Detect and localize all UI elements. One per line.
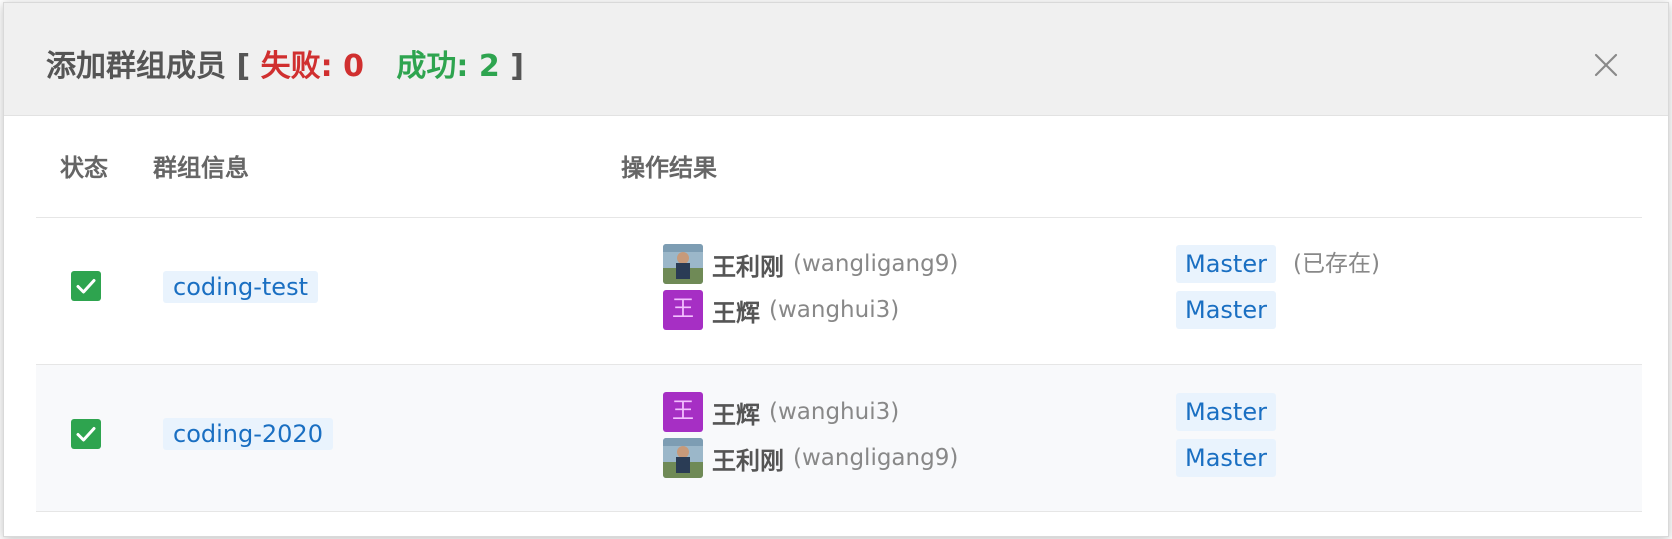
success-count: 成功: 2 (396, 49, 500, 84)
member-name: 王利刚 (712, 252, 784, 281)
member-item: 王 王辉 (wanghui3) (663, 290, 899, 330)
member-username: (wangligang9) (793, 251, 959, 277)
avatar: 王 (663, 392, 703, 432)
close-button[interactable] (1592, 51, 1620, 79)
table-header: 状态 群组信息 操作结果 (36, 116, 1642, 218)
role-badge: Master (1176, 291, 1276, 329)
title-bracket-open: [ (236, 49, 251, 84)
column-result: 操作结果 (621, 154, 717, 182)
role-badge: Master (1176, 245, 1276, 283)
result-table: 状态 群组信息 操作结果 coding-test 王利刚 (wangligang… (36, 116, 1642, 512)
column-group: 群组信息 (153, 154, 249, 182)
member-name: 王辉 (712, 298, 760, 327)
dialog-header: 添加群组成员 [ 失败: 0 成功: 2 ] (4, 3, 1668, 116)
member-name: 王辉 (712, 400, 760, 429)
group-link[interactable]: coding-2020 (163, 418, 333, 450)
table-row: coding-2020 王 王辉 (wanghui3) Master 王利刚 (… (36, 365, 1642, 512)
avatar (663, 244, 703, 284)
role-badge: Master (1176, 393, 1276, 431)
table-row: coding-test 王利刚 (wangligang9) Master (已存… (36, 218, 1642, 365)
member-item: 王利刚 (wangligang9) (663, 438, 958, 478)
role-note: (已存在) (1293, 251, 1380, 277)
column-status: 状态 (60, 154, 108, 182)
status-check-icon (71, 271, 101, 301)
dialog-title: 添加群组成员 [ 失败: 0 成功: 2 ] (46, 47, 524, 87)
dialog-title-text: 添加群组成员 (46, 49, 226, 84)
role-badge: Master (1176, 439, 1276, 477)
avatar (663, 438, 703, 478)
group-link[interactable]: coding-test (163, 271, 318, 303)
title-bracket-close: ] (510, 49, 524, 84)
add-group-members-dialog: 添加群组成员 [ 失败: 0 成功: 2 ] 状态 群组信息 操作结果 codi… (3, 2, 1669, 537)
member-name: 王利刚 (712, 446, 784, 475)
avatar: 王 (663, 290, 703, 330)
member-item: 王利刚 (wangligang9) (663, 244, 958, 284)
fail-count: 失败: 0 (260, 49, 364, 84)
close-icon (1594, 53, 1618, 77)
member-username: (wangligang9) (793, 445, 959, 471)
member-username: (wanghui3) (769, 399, 900, 425)
member-username: (wanghui3) (769, 297, 900, 323)
status-check-icon (71, 419, 101, 449)
member-item: 王 王辉 (wanghui3) (663, 392, 899, 432)
